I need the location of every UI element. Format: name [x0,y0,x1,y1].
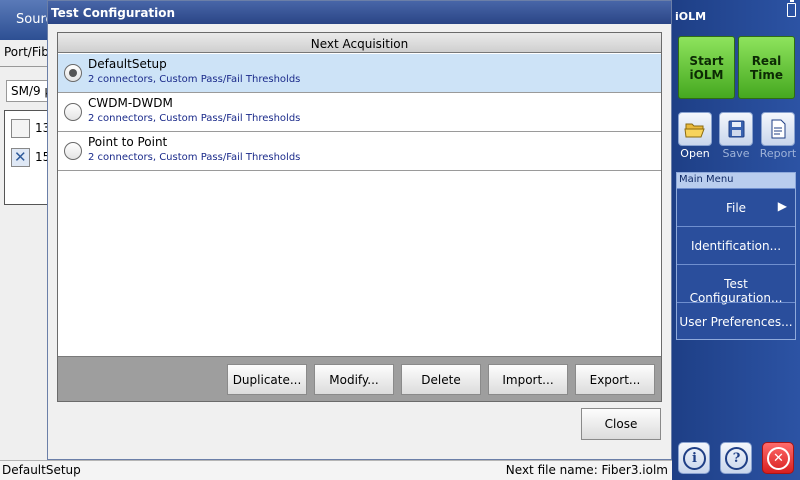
test-configuration-dialog: Test Configuration Next Acquisition Defa… [47,0,672,460]
folder-open-icon [684,123,705,138]
floppy-icon [728,120,745,138]
save-tool-button[interactable] [719,112,753,146]
config-item-details: 2 connectors, Custom Pass/Fail Threshold… [88,152,301,163]
report-tool-button[interactable] [761,112,795,146]
app-title: iOLM [675,10,707,23]
info-icon: i [683,447,706,470]
menu-item-file[interactable]: File ▶ [677,188,795,225]
menu-item-label: User Preferences... [679,315,793,329]
config-item-details: 2 connectors, Custom Pass/Fail Threshold… [88,113,301,124]
menu-item-label: File [725,201,747,215]
help-icon: ? [725,447,748,470]
menu-item-identification[interactable]: Identification... [677,226,795,263]
configuration-list: Next Acquisition DefaultSetup 2 connecto… [57,32,662,402]
list-header: Next Acquisition [58,33,661,53]
radio-point-to-point[interactable] [64,142,82,160]
menu-item-label: Test Configuration... [689,277,783,305]
duplicate-button[interactable]: Duplicate... [227,364,307,395]
battery-icon [787,0,796,17]
main-menu-header: Main Menu [677,173,795,188]
config-item-name: CWDM-DWDM [88,96,173,110]
info-button[interactable]: i [678,442,710,474]
help-button[interactable]: ? [720,442,752,474]
real-time-button[interactable]: Real Time [738,36,795,99]
close-icon: ✕ [767,447,790,470]
radio-defaultsetup[interactable] [64,64,82,82]
modify-button[interactable]: Modify... [314,364,394,395]
open-tool-button[interactable] [678,112,712,146]
config-item-name: Point to Point [88,135,168,149]
delete-button[interactable]: Delete [401,364,481,395]
dialog-title: Test Configuration [48,1,671,24]
menu-item-test-configuration[interactable]: Test Configuration... [677,264,795,305]
exit-button[interactable]: ✕ [762,442,794,474]
port-fiber-label: Port/Fib [4,45,49,59]
triangle-right-icon: ▶ [777,199,787,213]
list-action-bar: Duplicate... Modify... Delete Import... … [58,356,661,401]
config-item-name: DefaultSetup [88,57,167,71]
next-file-name-status: Next file name: Fiber3.iolm [505,463,668,477]
report-icon [771,119,786,139]
import-button[interactable]: Import... [488,364,568,395]
config-item-cwdm-dwdm[interactable]: CWDM-DWDM 2 connectors, Custom Pass/Fail… [58,93,661,132]
main-menu: Main Menu File ▶ Identification... Test … [676,172,796,340]
menu-item-label: Identification... [690,239,782,253]
export-button[interactable]: Export... [575,364,655,395]
close-button[interactable]: Close [581,408,661,440]
background-panel [0,40,50,460]
radio-cwdm-dwdm[interactable] [64,103,82,121]
wavelength-checkbox-1[interactable] [11,119,30,138]
wavelength-checkbox-2[interactable] [11,148,30,167]
menu-item-user-preferences[interactable]: User Preferences... [677,302,795,339]
port-divider [0,66,50,67]
config-item-details: 2 connectors, Custom Pass/Fail Threshold… [88,74,301,85]
start-iolm-button[interactable]: Start iOLM [678,36,735,99]
config-item-point-to-point[interactable]: Point to Point 2 connectors, Custom Pass… [58,132,661,171]
report-label: Report [759,147,797,160]
config-item-defaultsetup[interactable]: DefaultSetup 2 connectors, Custom Pass/F… [58,54,661,93]
status-bar: DefaultSetup Next file name: Fiber3.iolm [0,460,672,480]
current-setup-status: DefaultSetup [2,463,81,477]
